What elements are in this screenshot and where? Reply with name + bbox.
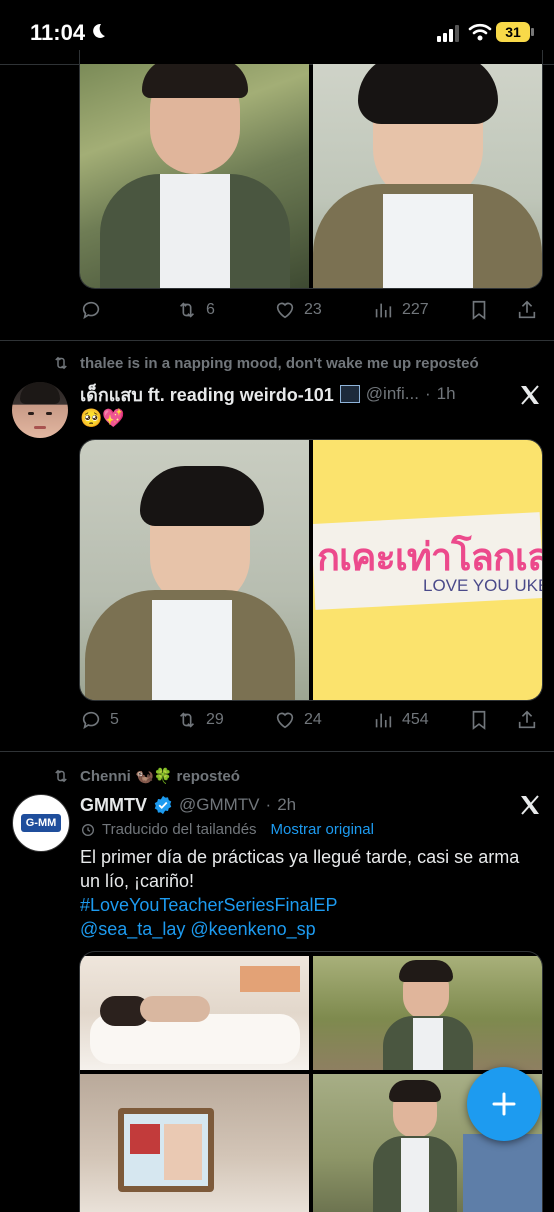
- reply-count: 5: [110, 711, 119, 728]
- signal-icon: [436, 24, 462, 42]
- tweet1-image-1[interactable]: [80, 64, 309, 288]
- tweet3-header: GMMTV @GMMTV · 2h: [80, 792, 500, 818]
- like-icon: [276, 302, 294, 319]
- translation-row: Traducido del tailandés Mostrar original: [80, 821, 374, 838]
- status-time: 11:04: [30, 20, 86, 45]
- tweet3-handle[interactable]: @GMMTV: [179, 795, 260, 815]
- tweet1-actions: 6 23 227: [0, 296, 554, 326]
- retweet-count: 6: [206, 301, 215, 318]
- x-logo-icon[interactable]: [518, 383, 542, 407]
- retweet-icon: [55, 769, 67, 783]
- retweet-icon: [179, 302, 195, 318]
- views-count: 227: [402, 301, 429, 318]
- like-button[interactable]: 24: [274, 709, 322, 731]
- share-icon: [518, 710, 536, 729]
- retweet-count: 29: [206, 711, 224, 728]
- hashtag-link[interactable]: #LoveYouTeacherSeriesFinalEP: [80, 893, 338, 917]
- moon-icon: [88, 21, 108, 47]
- reply-icon: [82, 711, 100, 730]
- tweet2-media[interactable]: กเคะเท่าโลกเล LOVE YOU UKE: [79, 439, 543, 701]
- bookmark-button[interactable]: [468, 709, 490, 731]
- views-icon: [375, 303, 392, 318]
- reposted-by-text: thalee is in a napping mood, don't wake …: [80, 354, 479, 372]
- translate-icon: [82, 823, 94, 836]
- reply-button[interactable]: 5: [80, 709, 119, 731]
- verified-icon: [153, 795, 173, 815]
- retweet-icon: [179, 712, 195, 728]
- tweet3-image-3[interactable]: [80, 1074, 309, 1212]
- x-logo-icon[interactable]: [518, 793, 542, 817]
- reply-button[interactable]: [80, 299, 110, 321]
- tweet3-image-2[interactable]: [313, 956, 542, 1070]
- tweet1-image-2[interactable]: [313, 64, 542, 288]
- bookmark-button[interactable]: [468, 299, 490, 321]
- like-button[interactable]: 23: [274, 299, 322, 321]
- battery-indicator: 31: [496, 22, 530, 42]
- bookmark-icon: [472, 710, 486, 730]
- reposted-by-text: Chenni 🦦🍀 reposteó: [80, 768, 240, 785]
- custom-badge-icon: [339, 385, 360, 403]
- wifi-icon: [468, 22, 492, 42]
- retweet-icon: [55, 356, 67, 370]
- plus-icon: [492, 1092, 516, 1116]
- tweet1-media[interactable]: [79, 50, 543, 289]
- tweet2-image-2[interactable]: กเคะเท่าโลกเล LOVE YOU UKE: [313, 440, 542, 700]
- like-icon: [276, 712, 294, 729]
- views-button[interactable]: 227: [372, 299, 429, 321]
- tweet3-text: El primer día de prácticas ya llegué tar…: [80, 847, 520, 891]
- battery-nub: [531, 28, 534, 36]
- translated-note: Traducido del tailandés: [102, 821, 257, 838]
- tweet2-repost-line[interactable]: thalee is in a napping mood, don't wake …: [52, 354, 479, 372]
- like-count: 23: [304, 301, 322, 318]
- gmmtv-logo: G-MM: [20, 814, 62, 832]
- tweet-divider: [0, 751, 554, 752]
- mentions-link[interactable]: @sea_ta_lay @keenkeno_sp: [80, 917, 316, 941]
- share-icon: [518, 300, 536, 319]
- like-count: 24: [304, 711, 322, 728]
- tweet3-time[interactable]: 2h: [277, 795, 296, 815]
- share-button[interactable]: [516, 299, 538, 321]
- views-button[interactable]: 454: [372, 709, 429, 731]
- tweet2-header: เด็กแสบ ft. reading weirdo-101 @infi... …: [80, 381, 500, 407]
- share-button[interactable]: [516, 709, 538, 731]
- views-icon: [375, 713, 392, 728]
- tweet3-repost-line[interactable]: Chenni 🦦🍀 reposteó: [52, 767, 240, 785]
- tweet2-text: 🥺💖: [80, 408, 125, 428]
- retweet-button[interactable]: 29: [176, 709, 224, 731]
- retweet-button[interactable]: 6: [176, 299, 215, 321]
- tweet2-handle[interactable]: @infi...: [366, 384, 419, 404]
- tweet2-actions: 5 29 24 454: [0, 706, 554, 736]
- title-card-subtitle: LOVE YOU UKE: [423, 576, 542, 595]
- tweet3-image-1[interactable]: [80, 956, 309, 1070]
- views-count: 454: [402, 711, 429, 728]
- compose-button[interactable]: [467, 1067, 541, 1141]
- show-original-link[interactable]: Mostrar original: [271, 821, 374, 838]
- tweet3-display-name[interactable]: GMMTV: [80, 795, 147, 816]
- tweet2-time[interactable]: 1h: [437, 384, 456, 404]
- bookmark-icon: [472, 300, 486, 320]
- tweet2-image-1[interactable]: [80, 440, 309, 700]
- tweet2-avatar[interactable]: [12, 382, 68, 438]
- reply-icon: [82, 301, 100, 320]
- tweet3-avatar[interactable]: G-MM: [12, 794, 70, 852]
- dot-separator: ·: [424, 384, 431, 403]
- dot-separator: ·: [265, 795, 272, 814]
- tweet-divider: [0, 340, 554, 341]
- tweet2-display-name[interactable]: เด็กแสบ ft. reading weirdo-101: [80, 381, 334, 407]
